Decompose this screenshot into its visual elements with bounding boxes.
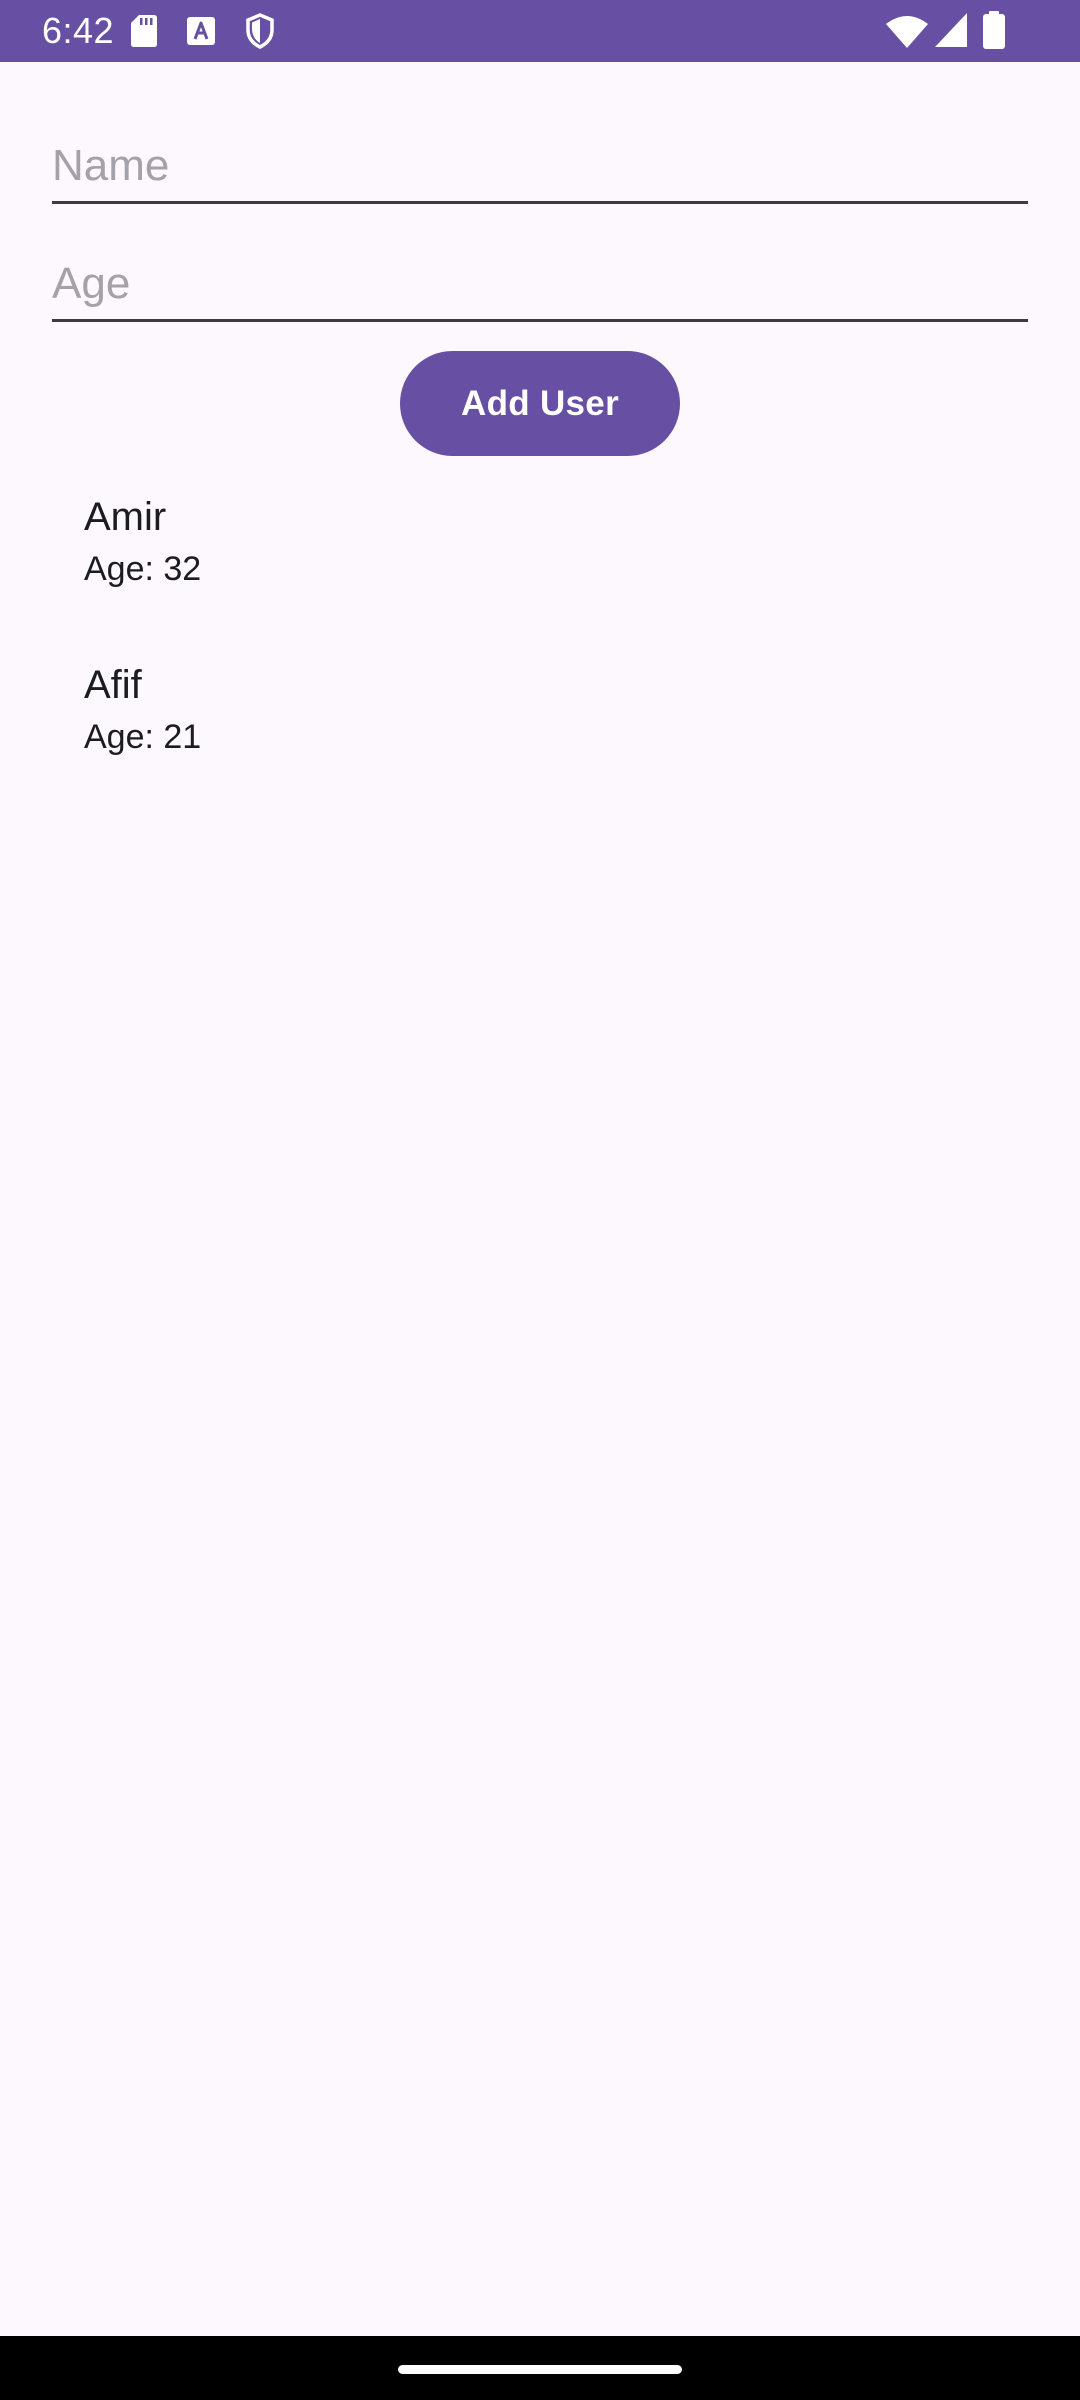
age-field[interactable]	[52, 239, 1028, 322]
user-name: Afif	[84, 663, 142, 707]
sd-card-icon	[131, 15, 157, 47]
status-bar: 6:42	[0, 0, 1080, 62]
wifi-icon	[886, 16, 928, 48]
list-item: Afif Age: 21	[84, 658, 984, 826]
add-user-button[interactable]: Add User	[400, 351, 680, 456]
list-item: Amir Age: 32	[84, 490, 984, 658]
signal-icon	[935, 13, 967, 47]
user-age: Age: 21	[84, 718, 202, 756]
status-time: 6:42	[42, 10, 115, 51]
home-gesture-handle[interactable]	[398, 2365, 682, 2374]
user-list: Amir Age: 32 Afif Age: 21	[84, 490, 984, 826]
text-a-icon	[187, 17, 215, 45]
user-name: Amir	[84, 495, 167, 539]
name-input[interactable]	[52, 141, 1028, 191]
navigation-bar	[0, 2336, 1080, 2400]
shield-icon	[246, 13, 274, 49]
age-input[interactable]	[52, 259, 1028, 309]
battery-icon	[983, 11, 1005, 49]
name-field[interactable]	[52, 121, 1028, 204]
user-age: Age: 32	[84, 550, 202, 588]
